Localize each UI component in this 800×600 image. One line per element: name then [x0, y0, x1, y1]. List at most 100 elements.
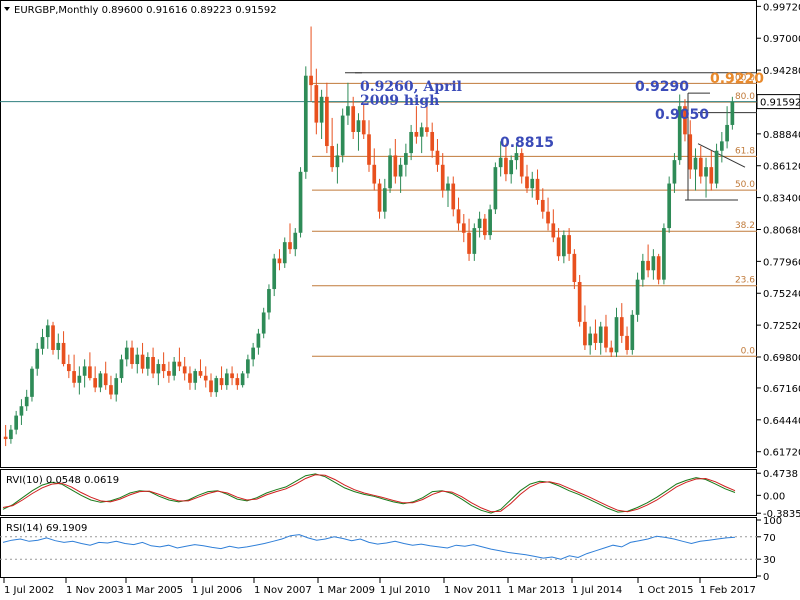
rsi-line: [2, 534, 736, 560]
collapse-arrow-icon[interactable]: [4, 7, 10, 11]
y-tick-label: 0.97000: [763, 34, 800, 45]
candle-body: [30, 368, 34, 397]
candle-body: [730, 101, 735, 125]
y-tick-label: 0.99720: [763, 2, 800, 13]
price-axis: 0.997200.970000.942800.915600.888400.861…: [756, 2, 800, 459]
candle-body: [440, 164, 445, 191]
y-tick-label: 0.83400: [763, 194, 800, 205]
candle-body: [414, 131, 419, 137]
candle-body: [114, 378, 119, 395]
price-annotation: 0.9290: [635, 79, 689, 95]
candle-body: [40, 337, 45, 349]
candle-body: [293, 232, 298, 250]
symbol-header: EURGBP,Monthly 0.89600 0.91616 0.89223 0…: [14, 5, 277, 16]
rvi-tick-label: 0.00: [763, 491, 785, 502]
candle-body: [567, 235, 571, 254]
candle-body: [303, 75, 308, 172]
candle-body: [646, 260, 650, 271]
candle-body: [135, 354, 140, 365]
fib-level-label: 38.2: [735, 221, 755, 231]
candle-body: [351, 106, 356, 132]
candle-body: [335, 155, 340, 168]
candle-body: [651, 256, 656, 271]
price-annotation: 2009 high: [360, 93, 439, 109]
y-tick-label: 0.80680: [763, 225, 800, 236]
candle-body: [709, 167, 714, 184]
last-price-tag-label: 0.91592: [760, 98, 800, 109]
candle-body: [367, 134, 371, 165]
candle-body: [340, 115, 345, 156]
candle-body: [77, 375, 82, 383]
rsi-indicator: 100 70 30 0: [0, 516, 782, 583]
x-tick-label: 1 Oct 2015: [638, 585, 693, 596]
x-tick-label: 1 Jul 2002: [4, 585, 54, 596]
candle-body: [372, 164, 377, 184]
candle-body: [504, 157, 508, 175]
candle-body: [240, 373, 245, 386]
candle-body: [203, 375, 208, 381]
candle-body: [61, 342, 66, 365]
candle-body: [388, 155, 392, 189]
candle-body: [309, 75, 313, 86]
candle-body: [598, 326, 603, 343]
candle-body: [272, 258, 277, 290]
candle-body: [546, 211, 550, 224]
candle-body: [614, 317, 619, 353]
candle-body: [3, 436, 8, 440]
candle-body: [298, 171, 303, 233]
candle-body: [525, 176, 529, 189]
candle-body: [82, 366, 87, 376]
candle-body: [72, 371, 76, 383]
candle-body: [588, 333, 593, 346]
candle-body: [224, 373, 229, 386]
candle-body: [88, 366, 92, 379]
fib-level-label: 80.0: [735, 92, 755, 102]
candle-body: [461, 223, 466, 233]
candle-body: [56, 342, 61, 350]
candle-body: [256, 333, 261, 348]
candle-body: [288, 242, 292, 250]
candle-body: [319, 96, 324, 123]
candle-body: [483, 218, 487, 236]
candle-body: [356, 120, 361, 132]
rvi-tick-label: 0.4738: [763, 469, 798, 480]
candle-body: [24, 396, 29, 407]
candle-body: [214, 378, 219, 393]
candle-body: [188, 373, 192, 383]
candle-body: [535, 178, 540, 200]
fib-level-label: 50.0: [735, 180, 755, 190]
candle-body: [593, 333, 598, 343]
candle-body: [619, 317, 624, 336]
candle-body: [672, 160, 677, 184]
candle-body: [493, 167, 498, 210]
candle-body: [182, 366, 187, 374]
candle-body: [9, 429, 13, 440]
candle-body: [398, 164, 403, 177]
candle-body: [209, 380, 213, 393]
candle-body: [66, 364, 71, 372]
y-tick-label: 0.69800: [763, 353, 800, 364]
candle-body: [156, 364, 161, 374]
x-tick-label: 1 Feb 2017: [700, 585, 756, 596]
candle-body: [382, 188, 387, 212]
candle-body: [167, 371, 171, 376]
rsi-tick-label: 100: [763, 516, 782, 527]
candle-body: [230, 373, 234, 379]
candle-body: [556, 237, 561, 257]
x-tick-label: 1 Mar 2013: [508, 585, 565, 596]
candle-body: [625, 335, 629, 350]
price-annotation: 0.8815: [500, 135, 554, 151]
price-annotation: 0.9050: [655, 107, 709, 123]
y-tick-label: 0.61720: [763, 448, 800, 459]
candle-body: [704, 167, 708, 177]
candle-body: [393, 155, 398, 177]
x-tick-label: 1 Nov 2003: [66, 585, 124, 596]
candle-body: [251, 347, 255, 360]
candle-body: [693, 157, 698, 170]
candle-body: [488, 209, 492, 236]
candle-body: [172, 361, 176, 376]
fib-level-label: 0.0: [741, 346, 756, 356]
candle-body: [509, 160, 514, 175]
candle-body: [161, 364, 166, 372]
fib-level-label: 61.8: [735, 146, 755, 156]
